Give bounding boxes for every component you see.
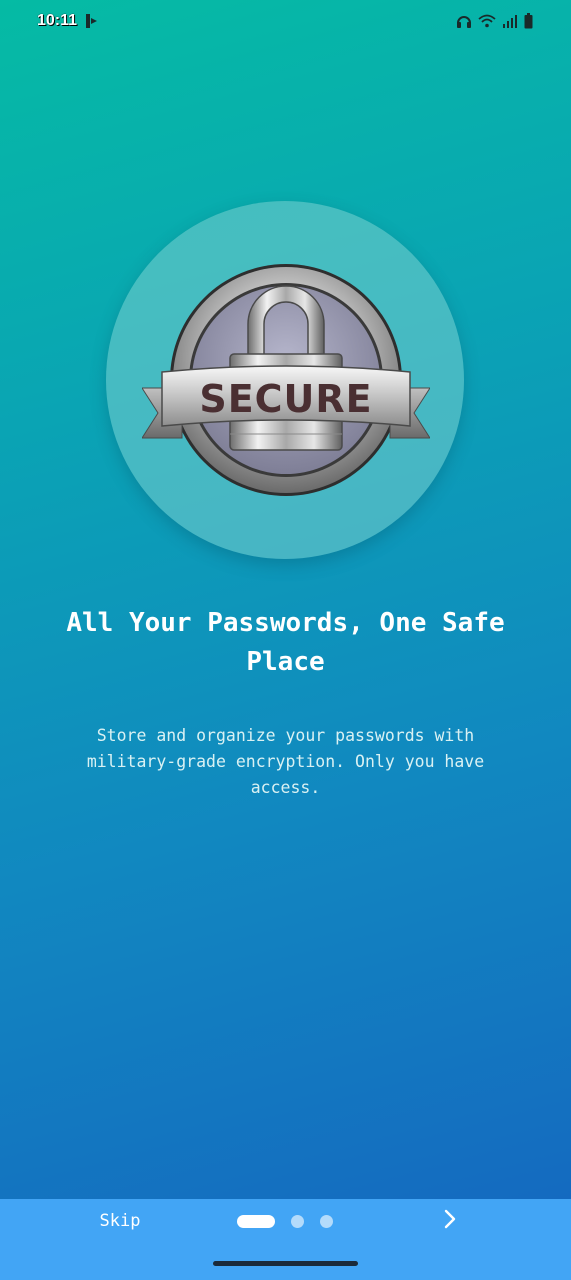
skip-button[interactable]: Skip bbox=[86, 1209, 154, 1233]
status-icons bbox=[456, 12, 533, 30]
notification-app-icon bbox=[84, 13, 98, 29]
secure-padlock-badge: SECURE bbox=[141, 262, 431, 498]
chevron-right-icon bbox=[442, 1208, 458, 1234]
headphones-icon bbox=[456, 13, 472, 29]
battery-icon bbox=[524, 13, 533, 29]
next-button[interactable] bbox=[436, 1207, 464, 1235]
page-dot bbox=[320, 1214, 333, 1228]
wifi-icon bbox=[478, 14, 496, 28]
page-title: All Your Passwords, One Safe Place bbox=[66, 608, 505, 677]
page-description: Store and organize your passwords with m… bbox=[86, 726, 485, 797]
badge-text: SECURE bbox=[199, 377, 372, 421]
onboarding-nav-bar: Skip bbox=[0, 1199, 571, 1280]
page-dot-active bbox=[237, 1214, 275, 1228]
status-bar: 10:11 bbox=[0, 0, 571, 42]
page-indicator bbox=[237, 1214, 349, 1228]
home-indicator[interactable] bbox=[213, 1261, 358, 1266]
signal-icon bbox=[502, 14, 518, 28]
status-time: 10:11 bbox=[37, 12, 78, 29]
page-dot bbox=[291, 1214, 304, 1228]
